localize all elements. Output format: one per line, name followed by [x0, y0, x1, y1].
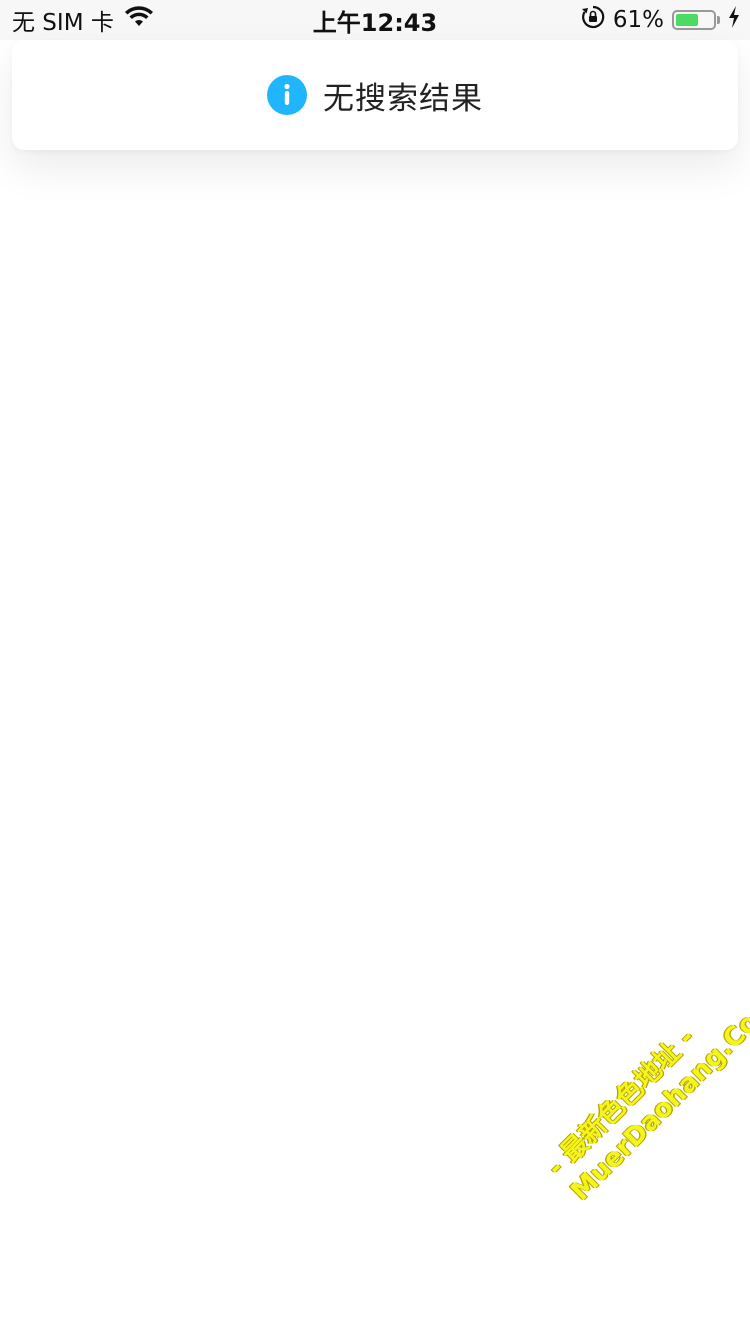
watermark-line-2: MuerDaohang.Com — [565, 988, 750, 1207]
battery-icon — [672, 10, 720, 30]
info-icon — [267, 75, 307, 115]
watermark-line-1: - 最新色色地址 - — [541, 1023, 701, 1183]
battery-percent: 61% — [612, 7, 664, 33]
orientation-lock-icon — [581, 5, 605, 35]
status-bar: 无 SIM 卡 上午12:43 61% — [0, 0, 750, 40]
battery-body — [672, 10, 716, 30]
watermark: - 最新色色地址 - MuerDaohang.Com — [540, 976, 750, 1245]
battery-fill — [676, 14, 698, 26]
battery-cap — [717, 16, 720, 24]
toast-message: 无搜索结果 — [323, 80, 483, 117]
status-right: 61% — [581, 4, 740, 36]
screen: 无 SIM 卡 上午12:43 61% 无搜索结果 - 最新色色地址 - Mue… — [0, 0, 750, 1334]
no-results-toast: 无搜索结果 — [12, 40, 738, 150]
charging-bolt-icon — [728, 6, 740, 34]
